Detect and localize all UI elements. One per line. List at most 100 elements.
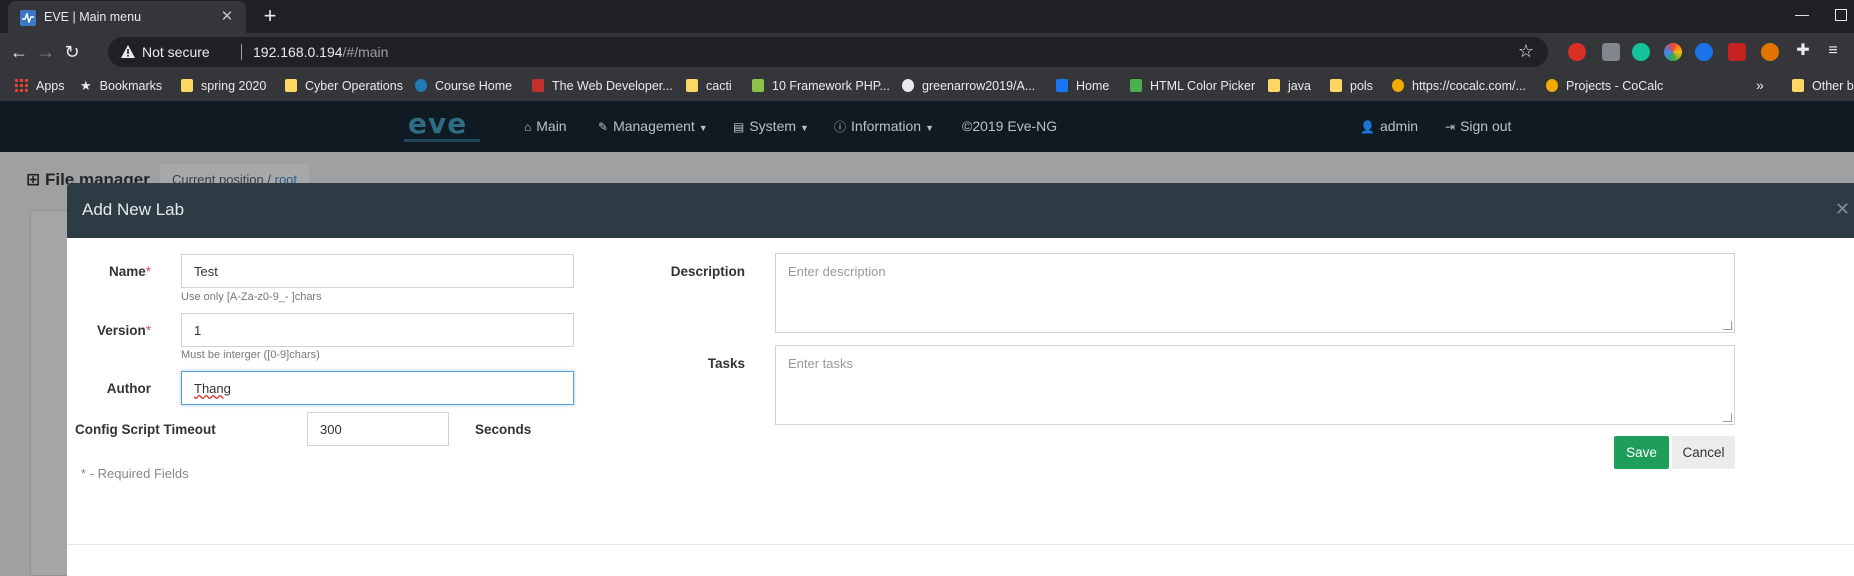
nav-main[interactable]: ⌂ Main <box>524 118 567 134</box>
close-icon[interactable]: ✕ <box>1835 199 1850 220</box>
forward-arrow-icon[interactable]: → <box>35 41 57 63</box>
extensions-puzzle-icon[interactable]: ✚ <box>1793 41 1813 61</box>
warning-icon <box>121 45 135 58</box>
name-hint: Use only [A-Za-z0-9_- ]chars <box>181 291 322 303</box>
add-lab-modal: Add New Lab ✕ Name* Test Use only [A-Za-… <box>67 183 1854 576</box>
tasks-textarea[interactable]: Enter tasks <box>775 345 1735 425</box>
name-label: Name* <box>108 264 151 279</box>
tasks-label: Tasks <box>707 356 745 371</box>
home-icon: ⌂ <box>524 120 532 134</box>
folder-icon <box>1792 79 1804 92</box>
modal-header: Add New Lab ✕ <box>67 183 1854 238</box>
required-fields-note: * - Required Fields <box>81 466 189 481</box>
reading-list-icon[interactable]: ≡ <box>1823 41 1843 61</box>
extension-color-icon[interactable] <box>1664 43 1682 61</box>
author-label: Author <box>106 381 151 396</box>
extension-k-icon[interactable] <box>1602 43 1620 61</box>
bookmark-cocalc[interactable]: https://cocalc.com/... <box>1392 77 1526 95</box>
browser-toolbar: ← → ↻ Not secure 192.168.0.194/#/main ☆ … <box>0 33 1854 71</box>
author-field[interactable]: Thang <box>181 371 574 405</box>
bookmark-other[interactable]: Other b <box>1792 77 1854 95</box>
extension-download-icon[interactable] <box>1695 43 1713 61</box>
user-icon: 👤 <box>1360 120 1375 134</box>
bookmark-course-home[interactable]: Course Home <box>415 77 512 95</box>
cocalc-icon <box>1392 79 1404 92</box>
nav-system[interactable]: ▤ System ▼ <box>733 118 809 134</box>
omnibox-divider <box>241 44 242 60</box>
udemy-icon <box>532 79 544 92</box>
bookmark-cacti[interactable]: cacti <box>686 77 732 95</box>
new-tab-button[interactable]: + <box>258 5 282 27</box>
modal-title: Add New Lab <box>82 200 185 219</box>
github-icon <box>902 79 914 92</box>
back-arrow-icon[interactable]: ← <box>8 41 30 63</box>
tab-close-icon[interactable]: ✕ <box>218 8 236 26</box>
eve-favicon-icon <box>20 10 36 26</box>
sign-out-icon: ⇥ <box>1445 120 1456 134</box>
version-hint: Must be interger ([0-9]chars) <box>181 349 320 361</box>
bookmark-star-icon[interactable]: ☆ <box>1518 41 1534 62</box>
bookmark-java[interactable]: java <box>1268 77 1311 95</box>
resize-grip-icon[interactable] <box>1723 321 1732 330</box>
logo-tagline-bar <box>404 139 480 142</box>
browser-tab[interactable]: EVE | Main menu ✕ <box>8 1 246 33</box>
nav-signout[interactable]: ⇥ Sign out <box>1445 118 1511 134</box>
window-maximize-icon[interactable] <box>1835 9 1847 21</box>
extension-grammarly-icon[interactable] <box>1632 43 1650 61</box>
facebook-icon <box>1056 79 1068 92</box>
bookmark-html-color-picker[interactable]: HTML Color Picker <box>1130 77 1255 95</box>
book-icon: ▤ <box>733 120 745 134</box>
window-minimize-icon[interactable]: — <box>1795 6 1809 22</box>
info-icon: ⓘ <box>834 120 847 134</box>
name-field[interactable]: Test <box>181 254 574 288</box>
save-button[interactable]: Save <box>1614 436 1669 469</box>
reload-icon[interactable]: ↻ <box>61 41 83 63</box>
description-textarea[interactable]: Enter description <box>775 253 1735 333</box>
security-status[interactable]: Not secure <box>142 44 210 60</box>
app-navbar: eve ⌂ Main ✎ Management ▼ ▤ System ▼ ⓘ Informa… <box>0 101 1854 152</box>
tab-title: EVE | Main menu <box>44 10 142 24</box>
bookmark-projects-cocalc[interactable]: Projects - CoCalc <box>1546 77 1663 95</box>
folder-icon <box>686 79 698 92</box>
bookmarks-bar: Apps ★ Bookmarks spring 2020 Cyber Operat… <box>0 71 1854 101</box>
wrench-icon: ✎ <box>598 120 609 134</box>
color-picker-icon <box>1130 79 1142 92</box>
folder-icon <box>1268 79 1280 92</box>
bookmarks-overflow-icon[interactable]: » <box>1756 77 1764 93</box>
description-label: Description <box>670 264 745 279</box>
nav-management[interactable]: ✎ Management ▼ <box>598 118 708 134</box>
version-field[interactable]: 1 <box>181 313 574 347</box>
cancel-button[interactable]: Cancel <box>1672 436 1735 469</box>
browser-tab-bar: EVE | Main menu ✕ + — <box>0 0 1854 33</box>
folder-icon <box>181 79 193 92</box>
star-icon: ★ <box>80 78 92 93</box>
caret-down-icon: ▼ <box>800 123 809 133</box>
folder-icon <box>285 79 297 92</box>
extension-avatar-icon[interactable] <box>1761 43 1779 61</box>
nav-user[interactable]: 👤 admin <box>1360 118 1418 134</box>
caret-down-icon: ▼ <box>925 123 934 133</box>
bookmark-home[interactable]: Home <box>1056 77 1109 95</box>
bookmark-framework-php[interactable]: 10 Framework PHP... <box>752 77 890 95</box>
resize-grip-icon[interactable] <box>1723 413 1732 422</box>
extension-pdf-icon[interactable] <box>1728 43 1746 61</box>
url-text[interactable]: 192.168.0.194/#/main <box>253 44 388 60</box>
cocalc-icon <box>1546 79 1558 92</box>
folder-icon <box>1330 79 1342 92</box>
course-site-icon <box>415 79 427 92</box>
timeout-field[interactable]: 300 <box>307 412 449 446</box>
bookmark-greenarrow[interactable]: greenarrow2019/A... <box>902 77 1035 95</box>
nav-information[interactable]: ⓘ Information ▼ <box>834 118 934 135</box>
modal-divider <box>67 544 1854 545</box>
nav-copyright[interactable]: ©2019 Eve-NG <box>962 118 1057 134</box>
bookmark-web-developer[interactable]: The Web Developer... <box>532 77 673 95</box>
caret-down-icon: ▼ <box>698 123 708 133</box>
bookmark-apps[interactable]: Apps <box>14 77 65 95</box>
bookmark-bookmarks[interactable]: ★ Bookmarks <box>80 77 162 95</box>
bookmark-pols[interactable]: pols <box>1330 77 1373 95</box>
bookmark-cyber-operations[interactable]: Cyber Operations <box>285 77 403 95</box>
eve-logo[interactable]: eve <box>398 107 486 145</box>
bookmark-spring-2020[interactable]: spring 2020 <box>181 77 266 95</box>
extension-adblock-icon[interactable] <box>1568 43 1586 61</box>
address-bar[interactable]: Not secure 192.168.0.194/#/main ☆ <box>108 37 1548 67</box>
